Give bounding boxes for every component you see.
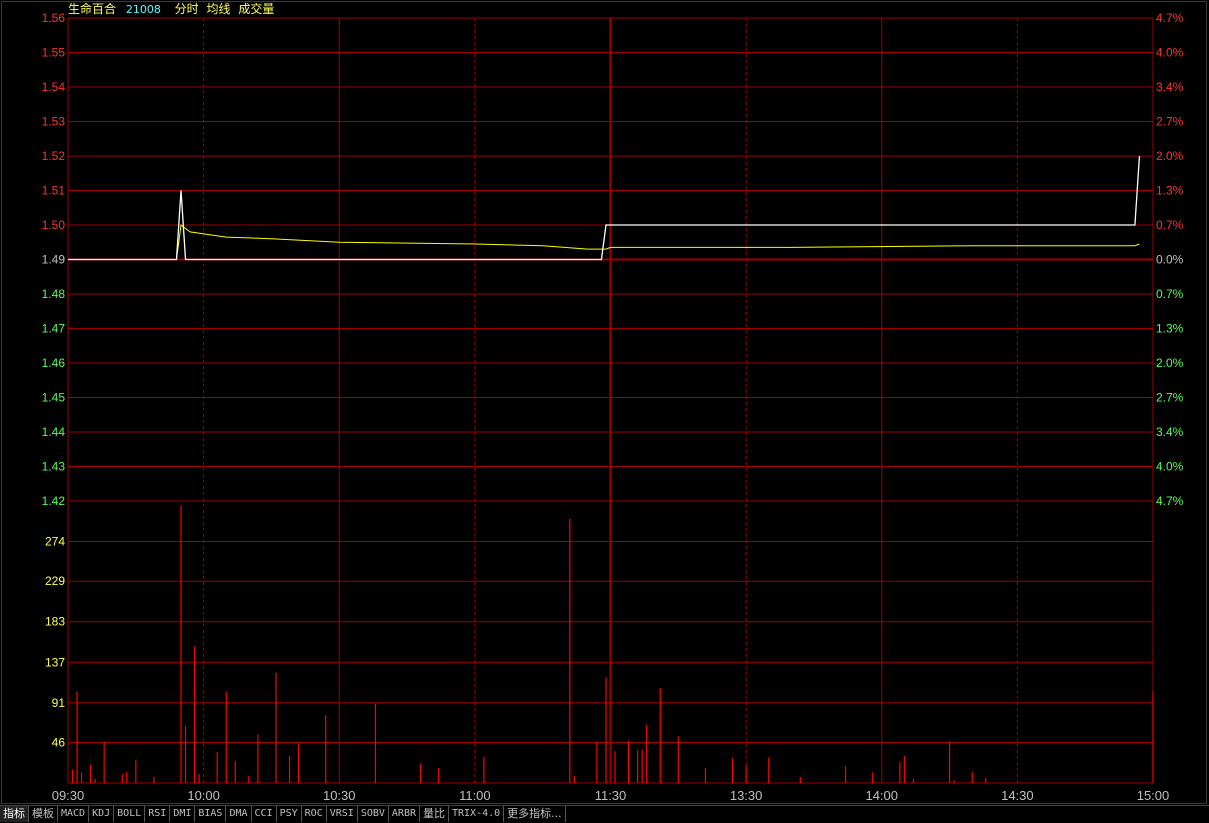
volume-tick-label: 91 [52, 696, 66, 710]
percent-tick-label: 3.4% [1156, 80, 1184, 94]
label-average-line: 均线 [206, 2, 231, 16]
tab-arbr[interactable]: ARBR [389, 806, 420, 822]
price-tick-label: 1.45 [42, 391, 66, 405]
indicator-tab-bar: 指标 模板 MACD KDJ BOLL RSI DMI BIAS DMA CCI… [0, 805, 1209, 823]
tab-kdj[interactable]: KDJ [89, 806, 115, 822]
volume-tick-label: 274 [45, 535, 65, 549]
price-tick-label: 1.48 [42, 287, 66, 301]
price-tick-label: 1.49 [42, 253, 66, 267]
volume-tick-label: 229 [45, 574, 65, 588]
price-tick-label: 1.56 [42, 11, 66, 25]
volume-tick-label: 46 [52, 735, 66, 749]
tab-more-indicators[interactable]: 更多指标... [504, 806, 566, 822]
percent-tick-label: 2.7% [1156, 391, 1184, 405]
time-tick-label: 09:30 [52, 788, 85, 803]
price-tick-label: 1.51 [42, 184, 66, 198]
percent-tick-label: 0.7% [1156, 218, 1184, 232]
tab-templates[interactable]: 模板 [29, 806, 58, 822]
volume-tick-label: 137 [45, 655, 65, 669]
price-tick-label: 1.47 [42, 322, 66, 336]
tab-bias[interactable]: BIAS [195, 806, 227, 822]
tab-macd[interactable]: MACD [58, 806, 90, 822]
stock-code: 21008 [125, 3, 161, 16]
percent-tick-label: 1.3% [1156, 322, 1184, 336]
time-tick-label: 10:00 [187, 788, 220, 803]
price-tick-label: 1.43 [42, 460, 66, 474]
price-tick-label: 1.52 [42, 149, 66, 163]
stock-name: 生命百合 [68, 2, 117, 16]
percent-tick-label: 3.4% [1156, 425, 1184, 439]
label-volume: 成交量 [238, 2, 275, 16]
time-tick-label: 13:30 [730, 788, 763, 803]
price-tick-label: 1.42 [42, 494, 66, 508]
label-time-share: 分时 [174, 2, 199, 16]
time-tick-label: 14:00 [865, 788, 898, 803]
intraday-chart[interactable]: 1.56 4.7% 1.55 4.0% 1.54 3.4% 1.53 2.7% 1.52 2.0%… [0, 0, 1209, 805]
volume-tick-label: 183 [45, 615, 65, 629]
tab-boll[interactable]: BOLL [114, 806, 146, 822]
time-tick-label: 15:00 [1137, 788, 1170, 803]
percent-tick-label: 0.7% [1156, 287, 1184, 301]
percent-tick-label: 2.0% [1156, 149, 1184, 163]
price-tick-label: 1.44 [42, 425, 66, 439]
tab-cci[interactable]: CCI [252, 806, 277, 822]
tab-indicators[interactable]: 指标 [0, 806, 29, 822]
tab-volume-ratio[interactable]: 量比 [420, 806, 449, 822]
time-tick-label: 14:30 [1001, 788, 1034, 803]
time-tick-label: 10:30 [323, 788, 356, 803]
price-tick-label: 1.54 [42, 80, 66, 94]
chart-header: 生命百合 21008 分时 均线 成交量 [68, 1, 278, 17]
tab-dmi[interactable]: DMI [170, 806, 196, 822]
price-tick-label: 1.55 [42, 46, 66, 60]
percent-tick-label: 4.7% [1156, 11, 1184, 25]
percent-tick-label: 4.0% [1156, 460, 1184, 474]
percent-tick-label: 2.0% [1156, 356, 1184, 370]
tab-psy[interactable]: PSY [277, 806, 302, 822]
percent-tick-label: 1.3% [1156, 184, 1184, 198]
percent-tick-label: 4.7% [1156, 494, 1184, 508]
percent-tick-label: 2.7% [1156, 115, 1184, 129]
time-tick-label: 11:00 [459, 788, 491, 803]
tab-sobv[interactable]: SOBV [358, 806, 389, 822]
tab-roc[interactable]: ROC [302, 806, 327, 822]
price-tick-label: 1.46 [42, 356, 66, 370]
percent-tick-label: 4.0% [1156, 46, 1184, 60]
percent-tick-label: 0.0% [1156, 253, 1184, 267]
price-tick-label: 1.53 [42, 115, 66, 129]
tab-rsi[interactable]: RSI [145, 806, 171, 822]
price-tick-label: 1.50 [42, 218, 66, 232]
tab-vrsi[interactable]: VRSI [327, 806, 358, 822]
tab-trix[interactable]: TRIX-4.0 [449, 806, 505, 822]
time-tick-label: 11:30 [595, 788, 627, 803]
tab-dma[interactable]: DMA [226, 806, 252, 822]
